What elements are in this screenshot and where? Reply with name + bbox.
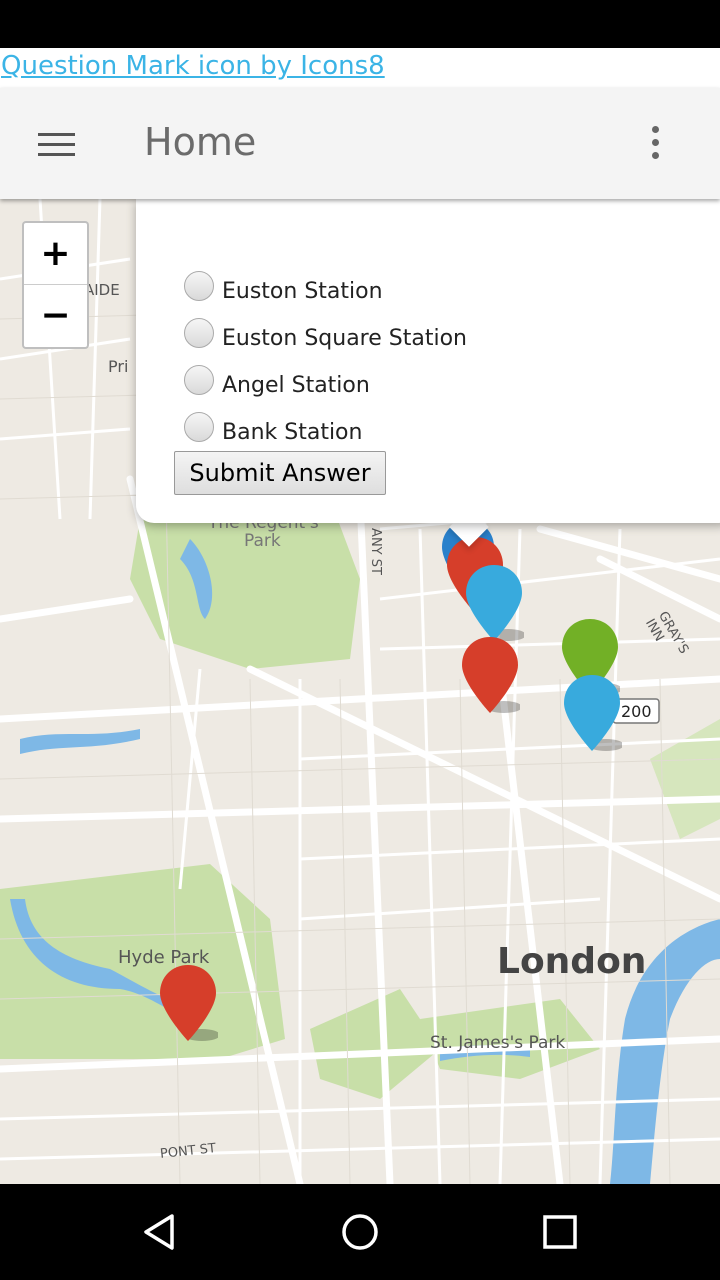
page-title: Home bbox=[144, 120, 257, 164]
map-marker-blue[interactable] bbox=[562, 673, 622, 753]
system-nav-bar bbox=[0, 1184, 720, 1280]
radio-button[interactable] bbox=[184, 412, 214, 442]
radio-button[interactable] bbox=[184, 271, 214, 301]
option-label: Angel Station bbox=[222, 373, 370, 398]
submit-answer-button[interactable]: Submit Answer bbox=[174, 451, 386, 495]
radio-button[interactable] bbox=[184, 365, 214, 395]
map-label-regents-park-2: Park bbox=[244, 531, 281, 551]
map-marker-red[interactable] bbox=[460, 635, 520, 715]
map-marker-red[interactable] bbox=[158, 963, 218, 1043]
more-vert-icon[interactable] bbox=[646, 126, 666, 162]
status-bar bbox=[0, 0, 720, 48]
home-icon[interactable] bbox=[340, 1212, 380, 1252]
zoom-control: + − bbox=[22, 221, 89, 349]
quiz-popup: Euston Station Euston Square Station Ang… bbox=[136, 199, 720, 523]
map-label-adelaide: AIDE bbox=[84, 281, 120, 299]
map-label-street-vertical: ANY ST bbox=[367, 528, 383, 575]
map-label-road-200: 200 bbox=[621, 702, 652, 721]
map-marker-blue[interactable] bbox=[464, 563, 524, 643]
map-label-st-james-park: St. James's Park bbox=[430, 1033, 566, 1053]
icons8-attribution-link[interactable]: Question Mark icon by Icons8 bbox=[1, 51, 385, 81]
option-label: Euston Station bbox=[222, 279, 383, 304]
back-icon[interactable] bbox=[140, 1212, 180, 1252]
zoom-in-button[interactable]: + bbox=[24, 223, 87, 285]
zoom-out-button[interactable]: − bbox=[24, 285, 87, 346]
map-label-prim: Pri bbox=[108, 357, 129, 376]
map-label-london: London bbox=[497, 941, 647, 982]
recents-icon[interactable] bbox=[540, 1212, 580, 1252]
option-label: Euston Square Station bbox=[222, 326, 467, 351]
app-bar: Home bbox=[0, 88, 720, 199]
option-label: Bank Station bbox=[222, 420, 363, 445]
map-view[interactable]: AIDE Pri The Regent's Park ANY ST 200 GR… bbox=[0, 199, 720, 1184]
hamburger-menu-icon[interactable] bbox=[38, 133, 75, 157]
attribution-bar: Question Mark icon by Icons8 bbox=[0, 48, 720, 88]
radio-button[interactable] bbox=[184, 318, 214, 348]
